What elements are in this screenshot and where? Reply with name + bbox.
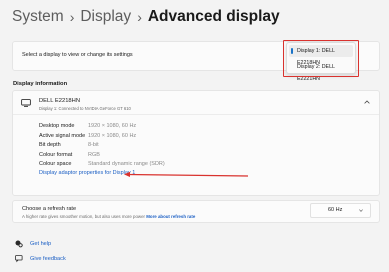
chevron-up-icon[interactable]: [364, 100, 370, 104]
breadcrumb: System › Display › Advanced display: [12, 8, 280, 26]
info-key: Bit depth: [39, 142, 61, 148]
annotation-arrow: [124, 171, 249, 177]
refresh-rate-subtitle: A higher rate gives smoother motion, but…: [22, 214, 195, 219]
monitor-subtitle: Display 1: Connected to NVIDIA GeForce G…: [39, 105, 131, 111]
more-about-refresh-rate-link[interactable]: More about refresh rate: [146, 214, 195, 219]
breadcrumb-display[interactable]: Display: [80, 8, 131, 26]
info-value: 1920 × 1080, 60 Hz: [88, 123, 137, 129]
breadcrumb-system[interactable]: System: [12, 8, 64, 26]
display-select-label: Select a display to view or change its s…: [22, 52, 133, 58]
info-row-bit-depth: Bit depth 8-bit: [13, 141, 379, 150]
display-adaptor-properties-link[interactable]: Display adaptor properties for Display 1: [39, 170, 135, 176]
info-row-desktop-mode: Desktop mode 1920 × 1080, 60 Hz: [13, 122, 379, 131]
info-value: 8-bit: [88, 142, 99, 148]
breadcrumb-separator: ›: [137, 9, 142, 25]
info-row-colour-format: Colour format RGB: [13, 151, 379, 160]
refresh-rate-value: 60 Hz: [328, 207, 343, 213]
give-feedback-label: Give feedback: [30, 256, 66, 262]
get-help-link[interactable]: Get help: [15, 240, 51, 248]
info-key: Desktop mode: [39, 123, 75, 129]
breadcrumb-separator: ›: [69, 9, 75, 25]
get-help-label: Get help: [30, 241, 52, 247]
info-key: Colour format: [39, 151, 73, 158]
refresh-rate-title: Choose a refresh rate: [22, 206, 77, 212]
info-value: Standard dynamic range (SDR): [88, 161, 165, 167]
display-info-card: DELL E2218HN Display 1: Connected to NVI…: [12, 90, 380, 196]
display-info-header[interactable]: DELL E2218HN Display 1: Connected to NVI…: [13, 91, 379, 115]
chevron-down-icon: [359, 209, 363, 212]
monitor-name: DELL E2218HN: [39, 98, 81, 104]
info-row-active-signal-mode: Active signal mode 1920 × 1080, 60 Hz: [13, 132, 379, 141]
page-title: Advanced display: [147, 8, 280, 25]
section-title-display-information: Display information: [13, 81, 68, 87]
info-value: RGB: [88, 151, 100, 158]
give-feedback-link[interactable]: Give feedback: [15, 255, 66, 263]
info-key: Active signal mode: [39, 132, 86, 139]
feedback-icon: [15, 255, 23, 263]
help-icon: [15, 240, 23, 248]
annotation-highlight-box: [283, 40, 359, 77]
monitor-icon: [21, 99, 31, 107]
info-key: Colour space: [39, 161, 72, 167]
info-value: 1920 × 1080, 60 Hz: [88, 132, 137, 139]
info-row-colour-space: Colour space Standard dynamic range (SDR…: [13, 160, 379, 169]
refresh-rate-description: A higher rate gives smoother motion, but…: [22, 213, 145, 219]
refresh-rate-dropdown[interactable]: 60 Hz: [310, 203, 371, 218]
